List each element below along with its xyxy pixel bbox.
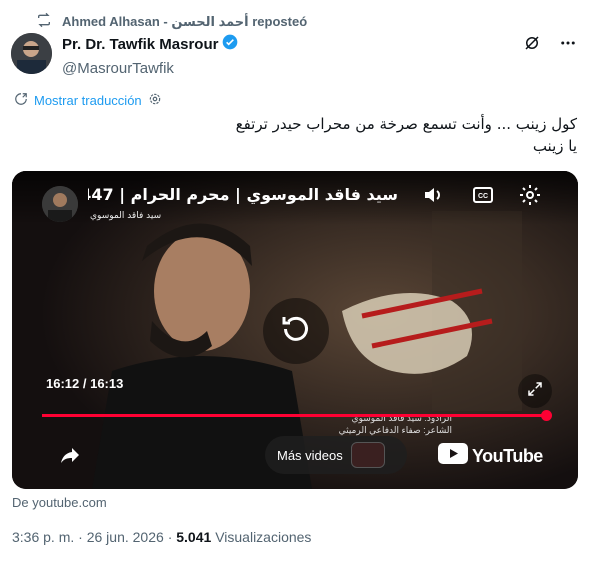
repost-header[interactable]: Ahmed Alhasan - أحمد الحسن reposteó — [36, 12, 307, 31]
meta-separator: · — [78, 529, 83, 545]
more-videos-button[interactable]: Más videos — [265, 436, 407, 474]
replay-icon — [278, 311, 314, 352]
more-videos-thumbnail — [350, 442, 385, 468]
svg-text:CC: CC — [478, 193, 488, 200]
views-label: Visualizaciones — [215, 529, 312, 545]
youtube-wordmark: YouTube — [472, 445, 543, 466]
more-videos-label: Más videos — [277, 447, 343, 463]
progress-fill — [42, 414, 548, 417]
fullscreen-button[interactable] — [518, 374, 552, 408]
more-options-icon[interactable] — [559, 34, 577, 57]
grok-icon[interactable] — [523, 34, 541, 57]
progress-bar[interactable] — [42, 410, 553, 421]
repost-text[interactable]: Ahmed Alhasan - أحمد الحسن reposteó — [62, 14, 307, 30]
author-handle[interactable]: @MasrourTawfik — [62, 60, 238, 77]
tweet-meta: 3:36 p. m. · 26 jun. 2026 · 5.041 Visual… — [12, 529, 311, 545]
youtube-play-icon — [438, 443, 468, 469]
svg-text:الشاعر: صفاء الدفاعي الرميثي: الشاعر: صفاء الدفاعي الرميثي — [339, 425, 452, 435]
translate-label[interactable]: Mostrar traducción — [34, 93, 142, 108]
volume-icon[interactable] — [421, 183, 445, 212]
video-time: 16:12 / 16:13 — [46, 376, 124, 391]
captions-icon[interactable]: CC — [471, 183, 495, 212]
translate-icon — [14, 92, 28, 109]
author-avatar[interactable] — [11, 33, 52, 74]
tweet-date[interactable]: 26 jun. 2026 — [87, 529, 164, 545]
repost-icon — [36, 12, 52, 31]
video-title[interactable]: سيد فاقد الموسوي | محرم الحرام | 1447هـ — [88, 185, 398, 204]
meta-separator: · — [167, 529, 173, 545]
views-count: 5.041 — [176, 529, 212, 545]
video-settings-icon[interactable] — [518, 183, 542, 212]
tweet-time[interactable]: 3:36 p. m. — [12, 529, 74, 545]
verified-badge-icon — [222, 34, 238, 54]
video-channel[interactable]: سيد فاقد الموسوي — [90, 211, 161, 221]
author-name[interactable]: Pr. Dr. Tawfik Masrour — [62, 36, 218, 53]
youtube-logo[interactable]: YouTube — [438, 443, 543, 469]
replay-button[interactable] — [263, 298, 329, 364]
expand-icon — [526, 380, 544, 403]
tweet-line-1: كول زينب ... وأنت تسمع صرخة من محراب حيد… — [235, 115, 577, 133]
video-player[interactable]: الرادود: سيد فاقد الموسوي الشاعر: صفاء ا… — [12, 171, 578, 489]
settings-icon[interactable] — [148, 92, 162, 109]
share-icon[interactable] — [58, 443, 82, 472]
link-source[interactable]: De youtube.com — [12, 495, 107, 510]
channel-avatar[interactable] — [42, 186, 78, 222]
show-translation-link[interactable]: Mostrar traducción — [14, 92, 162, 109]
tweet-text: كول زينب ... وأنت تسمع صرخة من محراب حيد… — [37, 113, 577, 157]
tweet-line-2: يا زينب — [532, 137, 577, 155]
